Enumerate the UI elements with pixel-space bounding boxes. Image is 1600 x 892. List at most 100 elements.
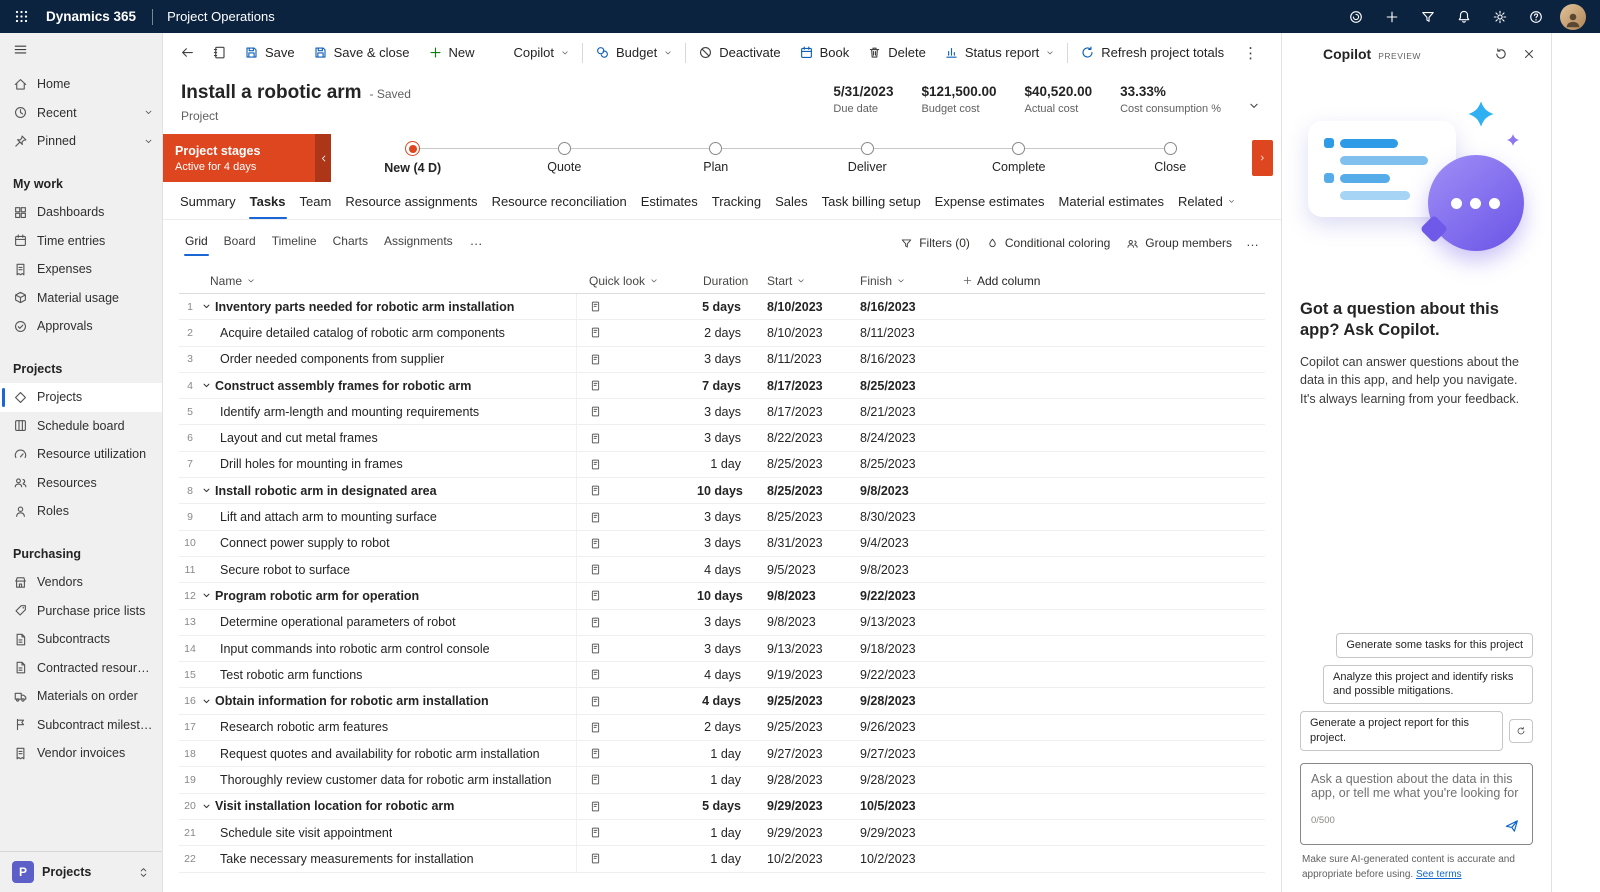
chevron-down-icon[interactable] (1045, 48, 1055, 58)
copilot-question-input[interactable] (1311, 772, 1522, 810)
task-row-determine-operational-parameters-of-robot[interactable]: 13 Determine operational parameters of r… (179, 609, 1265, 636)
column-header-finish[interactable]: Finish (852, 274, 944, 288)
send-button[interactable] (1498, 812, 1526, 840)
sidebar-item-subcontracts[interactable]: Subcontracts (0, 625, 162, 654)
topbar-button-filter[interactable] (1410, 0, 1446, 33)
view-tab-timeline[interactable]: Timeline (264, 230, 325, 256)
task-row-install-robotic-arm-in-designated-area[interactable]: 8 Install robotic arm in designated area… (179, 478, 1265, 505)
quick-look-button[interactable] (577, 588, 697, 603)
quick-look-button[interactable] (577, 378, 697, 393)
sidebar-item-vendor-invoices[interactable]: Vendor invoices (0, 739, 162, 768)
view-actions-overflow-button[interactable]: … (1240, 234, 1265, 253)
quick-look-button[interactable] (577, 325, 697, 340)
task-row-acquire-detailed-catalog-of-robotic-arm-components[interactable]: 2 Acquire detailed catalog of robotic ar… (179, 320, 1265, 347)
task-row-secure-robot-to-surface[interactable]: 11 Secure robot to surface 4 days 9/5/20… (179, 556, 1265, 584)
tab-task-billing-setup[interactable]: Task billing setup (815, 186, 928, 219)
quick-look-button[interactable] (577, 825, 697, 840)
process-stage-banner[interactable]: Project stages Active for 4 days (163, 134, 331, 182)
topbar-button-insights[interactable] (1338, 0, 1374, 33)
tab-team[interactable]: Team (293, 186, 339, 219)
tab-expense-estimates[interactable]: Expense estimates (928, 186, 1052, 219)
task-row-identify-arm-length-and-mounting-requirements[interactable]: 5 Identify arm-length and mounting requi… (179, 399, 1265, 426)
copilot-rail-button[interactable] (1559, 77, 1593, 111)
suggestion-chip[interactable]: Generate some tasks for this project (1336, 632, 1533, 658)
sidebar-item-schedule-board[interactable]: Schedule board (0, 412, 162, 441)
app-launcher-button[interactable] (4, 0, 38, 33)
tab-estimates[interactable]: Estimates (634, 186, 705, 219)
task-row-connect-power-supply-to-robot[interactable]: 10 Connect power supply to robot 3 days … (179, 530, 1265, 557)
command-copilot[interactable]: Copilot (484, 37, 579, 69)
command-deactivate[interactable]: Deactivate (689, 37, 789, 69)
sidebar-item-resource-utilization[interactable]: Resource utilization (0, 440, 162, 469)
view-tab-grid[interactable]: Grid (177, 230, 216, 256)
task-row-program-robotic-arm-for-operation[interactable]: 12 Program robotic arm for operation 10 … (179, 583, 1265, 610)
suggestion-chip[interactable]: Analyze this project and identify risks … (1323, 664, 1533, 705)
task-row-test-robotic-arm-functions[interactable]: 15 Test robotic arm functions 4 days 9/1… (179, 662, 1265, 689)
command-status-report[interactable]: Status report (935, 37, 1064, 69)
tab-summary[interactable]: Summary (173, 186, 243, 219)
quick-look-button[interactable] (577, 457, 697, 472)
view-tab-board[interactable]: Board (216, 230, 264, 256)
view-action-group-members[interactable]: Group members (1118, 232, 1240, 254)
sidebar-item-subcontract-milestones[interactable]: Subcontract milestones (0, 711, 162, 740)
task-row-research-robotic-arm-features[interactable]: 17 Research robotic arm features 2 days … (179, 714, 1265, 742)
topbar-button-help[interactable] (1518, 0, 1554, 33)
sidebar-item-projects[interactable]: Projects (0, 383, 162, 412)
view-tab-charts[interactable]: Charts (325, 230, 376, 256)
app-name[interactable]: Project Operations (167, 9, 275, 24)
sidebar-toggle-button[interactable] (0, 33, 162, 65)
task-row-obtain-information-for-robotic-arm-installation[interactable]: 16 Obtain information for robotic arm in… (179, 688, 1265, 715)
command-new[interactable]: New (419, 37, 484, 69)
notebook-button[interactable] (203, 37, 235, 69)
tab-material-estimates[interactable]: Material estimates (1052, 186, 1171, 219)
tab-resource-reconciliation[interactable]: Resource reconciliation (485, 186, 634, 219)
quick-look-button[interactable] (577, 667, 697, 682)
task-row-order-needed-components-from-supplier[interactable]: 3 Order needed components from supplier … (179, 346, 1265, 373)
sidebar-item-material-usage[interactable]: Material usage (0, 284, 162, 313)
stage-complete[interactable]: Complete (943, 134, 1095, 182)
view-tab-assignments[interactable]: Assignments (376, 230, 461, 256)
see-terms-link[interactable]: See terms (1416, 869, 1462, 880)
quick-look-button[interactable] (577, 615, 697, 630)
stage-plan[interactable]: Plan (640, 134, 792, 182)
topbar-button-settings[interactable] (1482, 0, 1518, 33)
task-row-layout-and-cut-metal-frames[interactable]: 6 Layout and cut metal frames 3 days 8/2… (179, 425, 1265, 452)
sidebar-item-approvals[interactable]: Approvals (0, 312, 162, 341)
command-delete[interactable]: Delete (858, 37, 935, 69)
quick-look-button[interactable] (577, 299, 697, 314)
sidebar-item-dashboards[interactable]: Dashboards (0, 198, 162, 227)
task-row-schedule-site-visit-appointment[interactable]: 21 Schedule site visit appointment 1 day… (179, 819, 1265, 847)
quick-look-button[interactable] (577, 431, 697, 446)
sidebar-item-roles[interactable]: Roles (0, 497, 162, 526)
area-switch-button[interactable] (135, 864, 152, 881)
quick-look-button[interactable] (577, 483, 697, 498)
collapse-task-icon[interactable] (201, 801, 212, 812)
tab-resource-assignments[interactable]: Resource assignments (338, 186, 484, 219)
task-row-thoroughly-review-customer-data-for-robotic-arm-installation[interactable]: 19 Thoroughly review customer data for r… (179, 767, 1265, 794)
quick-look-button[interactable] (577, 772, 697, 787)
copilot-restart-button[interactable] (1487, 40, 1515, 68)
collapse-task-icon[interactable] (201, 380, 212, 391)
sidebar-item-recent[interactable]: Recent (0, 99, 162, 128)
quick-look-button[interactable] (577, 641, 697, 656)
task-row-inventory-parts-needed-for-robotic-arm-installation[interactable]: 1 Inventory parts needed for robotic arm… (179, 294, 1265, 321)
quick-look-button[interactable] (577, 799, 697, 814)
task-row-take-necessary-measurements-for-installation[interactable]: 22 Take necessary measurements for insta… (179, 846, 1265, 873)
topbar-button-add[interactable] (1374, 0, 1410, 33)
sidebar-item-contracted-resource[interactable]: Contracted resource... (0, 654, 162, 683)
back-button[interactable] (171, 37, 203, 69)
stage-close[interactable]: Close (1095, 134, 1247, 182)
quick-look-button[interactable] (577, 851, 697, 866)
task-row-input-commands-into-robotic-arm-control-console[interactable]: 14 Input commands into robotic arm contr… (179, 635, 1265, 663)
command-book[interactable]: Book (790, 37, 859, 69)
task-row-construct-assembly-frames-for-robotic-arm[interactable]: 4 Construct assembly frames for robotic … (179, 372, 1265, 400)
stage-new-4-d[interactable]: New (4 D) (337, 134, 489, 182)
quick-look-button[interactable] (577, 720, 697, 735)
column-header-start[interactable]: Start (753, 274, 852, 288)
more-commands-button[interactable]: ⋮ (1233, 37, 1268, 69)
quick-look-button[interactable] (577, 510, 697, 525)
chevron-down-icon[interactable] (560, 48, 570, 58)
view-tabs-overflow-button[interactable]: … (461, 233, 492, 254)
tab-related[interactable]: Related (1171, 186, 1243, 219)
quick-look-button[interactable] (577, 746, 697, 761)
